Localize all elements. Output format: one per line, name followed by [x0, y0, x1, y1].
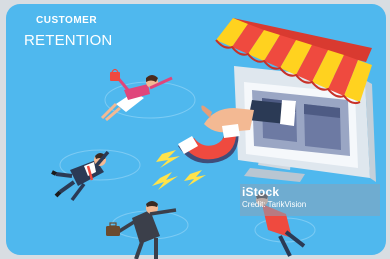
flying-man-bottom: [117, 201, 177, 259]
flying-woman: [100, 75, 173, 122]
stock-watermark: iStock Credit: TarikVision: [242, 186, 378, 216]
shopping-bag-icon: [110, 68, 120, 81]
title-line-retention: RETENTION: [24, 32, 113, 49]
title-line-customer: CUSTOMER: [36, 15, 98, 26]
illustration-canvas: CUSTOMER RETENTION iStock Credit: TarikV…: [0, 0, 390, 259]
storefront-window: [252, 90, 350, 156]
magnet-icon: [178, 124, 240, 164]
illustration-title: CUSTOMER RETENTION: [24, 15, 113, 49]
flying-man-left: [51, 150, 110, 202]
watermark-brand: iStock: [242, 185, 280, 199]
briefcase-icon: [106, 222, 120, 236]
watermark-credit: Credit: TarikVision: [242, 199, 307, 209]
